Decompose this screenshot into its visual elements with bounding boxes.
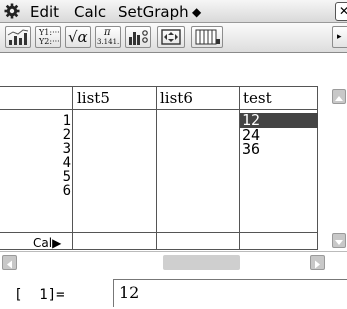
scroll-up-icon[interactable]	[332, 89, 346, 104]
toolbar-more-arrow-icon[interactable]: ▸	[332, 26, 347, 48]
cell-edit-input[interactable]: 12	[113, 279, 347, 307]
row-number: 3	[62, 141, 71, 157]
scroll-right-icon[interactable]	[310, 255, 325, 270]
y-equation-icon[interactable]: Y1:··· Y2:···	[35, 26, 61, 48]
menu-calc[interactable]: Calc	[74, 3, 106, 21]
y1-label: Y1:···	[39, 28, 60, 37]
grid-divider	[239, 86, 240, 250]
row-number: 6	[62, 183, 71, 199]
vertical-scrollbar[interactable]	[331, 87, 347, 250]
row-number: 5	[62, 169, 71, 185]
pi-label: π	[104, 27, 111, 38]
cell-reference: [ 1]=	[14, 287, 65, 303]
menu-bar: Edit Calc SetGraph ◆ ✕	[0, 0, 347, 23]
sqrt-alpha-icon[interactable]: √α	[65, 26, 91, 48]
table-cell[interactable]: 36	[240, 142, 318, 157]
graph-icon[interactable]	[5, 26, 31, 48]
dropdown-diamond-icon[interactable]: ◆	[192, 5, 201, 19]
sqrt-alpha-label: √α	[68, 28, 88, 46]
stat-graph-icon[interactable]	[125, 26, 151, 48]
column-header-test[interactable]: test	[243, 89, 272, 107]
sheet-columns-icon[interactable]	[191, 26, 223, 48]
header-divider	[0, 109, 318, 110]
grid-divider	[317, 86, 318, 250]
grid-divider	[156, 86, 157, 250]
row-number: 1	[62, 113, 71, 129]
resize-icon[interactable]	[157, 26, 185, 48]
pi-value-icon[interactable]: π 3.141..	[95, 26, 121, 48]
column-header-list5[interactable]: list5	[77, 89, 110, 107]
gear-icon[interactable]	[3, 2, 21, 20]
close-button[interactable]: ✕	[335, 2, 347, 21]
grid-divider	[72, 86, 73, 250]
row-number: 4	[62, 155, 71, 171]
menu-setgraph[interactable]: SetGraph	[118, 3, 189, 21]
calc-row-divider	[0, 232, 318, 233]
y2-label: Y2:···	[39, 37, 60, 46]
calc-row-button[interactable]: Cal▶	[33, 236, 61, 250]
toolbar: Y1:··· Y2:··· √α π 3.141.. ▸	[0, 23, 347, 53]
pi-value-label: 3.141..	[97, 38, 121, 46]
scroll-left-icon[interactable]	[2, 255, 17, 270]
column-header-list6[interactable]: list6	[160, 89, 193, 107]
scroll-down-icon[interactable]	[332, 233, 346, 248]
menu-edit[interactable]: Edit	[30, 3, 59, 21]
row-number: 2	[62, 127, 71, 143]
horizontal-scroll-thumb[interactable]	[163, 255, 240, 270]
